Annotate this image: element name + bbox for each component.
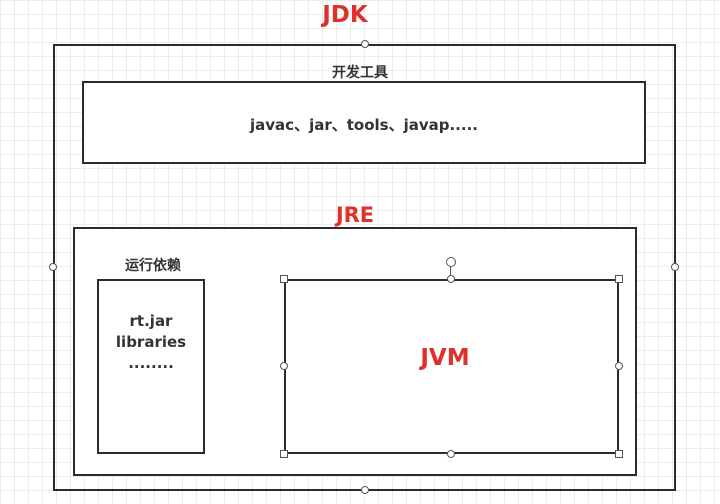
runtime-deps-list: rt.jar libraries ........ xyxy=(99,311,203,374)
dev-tools-content: javac、jar、tools、javap..... xyxy=(250,116,478,134)
jvm-handle-bottom-left[interactable] xyxy=(280,450,288,458)
jdk-title: JDK xyxy=(322,2,368,28)
dev-tools-title: 开发工具 xyxy=(332,65,388,81)
jvm-title: JVM xyxy=(420,345,470,371)
jvm-handle-top-right[interactable] xyxy=(615,275,623,283)
runtime-deps-box[interactable]: rt.jar libraries ........ xyxy=(97,279,205,454)
jvm-rotate-handle[interactable] xyxy=(446,257,456,267)
jvm-handle-top-left[interactable] xyxy=(280,275,288,283)
jvm-handle-top[interactable] xyxy=(447,275,455,283)
runtime-deps-item: ........ xyxy=(128,354,174,372)
jre-title: JRE xyxy=(335,203,375,227)
runtime-deps-item: rt.jar xyxy=(129,312,173,330)
jdk-left-handle[interactable] xyxy=(49,263,57,271)
jdk-top-handle[interactable] xyxy=(361,40,369,48)
jvm-handle-left[interactable] xyxy=(280,362,288,370)
jdk-bottom-handle[interactable] xyxy=(361,486,369,494)
diagram-canvas: { "jdk": { "title": "JDK" }, "dev_tools"… xyxy=(0,0,720,504)
runtime-deps-title: 运行依赖 xyxy=(125,258,181,274)
jvm-handle-bottom[interactable] xyxy=(447,450,455,458)
runtime-deps-item: libraries xyxy=(115,333,187,351)
jdk-right-handle[interactable] xyxy=(671,263,679,271)
jvm-handle-right[interactable] xyxy=(615,362,623,370)
jvm-handle-bottom-right[interactable] xyxy=(615,450,623,458)
